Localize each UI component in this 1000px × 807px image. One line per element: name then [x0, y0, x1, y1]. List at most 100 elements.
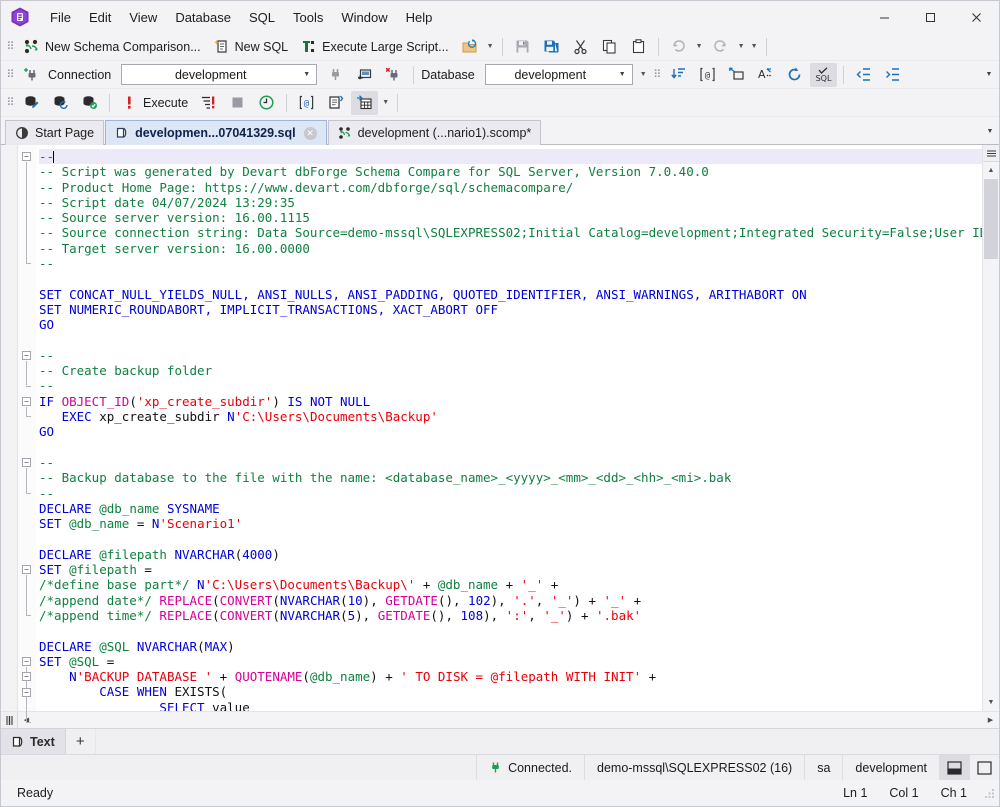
code-line[interactable]: N'BACKUP DATABASE ' + QUOTENAME(@db_name… [39, 669, 982, 684]
scroll-right-button[interactable]: ▶ [982, 712, 999, 729]
connection-toolbar-grip[interactable] [6, 65, 14, 85]
redo-button[interactable] [707, 35, 734, 59]
redo-dropdown[interactable]: ▼ [735, 35, 748, 59]
code-line[interactable]: -- Script date 04/07/2024 13:29:35 [39, 195, 982, 210]
code-line[interactable]: -- Script was generated by Devart dbForg… [39, 164, 982, 179]
copy-button[interactable] [596, 35, 623, 59]
fold-toggle-icon[interactable]: − [22, 350, 31, 360]
close-connection-button[interactable] [380, 63, 407, 87]
close-icon[interactable]: ✕ [303, 126, 317, 140]
code-line[interactable]: -- Source connection string: Data Source… [39, 225, 982, 240]
at-variables-button[interactable]: @ [694, 63, 721, 87]
code-line[interactable] [39, 440, 982, 455]
fold-toggle-icon[interactable]: − [22, 396, 31, 406]
code-line[interactable]: SELECT value [39, 700, 982, 711]
code-line[interactable]: -- [39, 455, 982, 470]
hscroll-track[interactable] [35, 712, 982, 729]
code-line[interactable]: CASE WHEN EXISTS( [39, 684, 982, 699]
stop-button[interactable] [224, 91, 251, 115]
undo-button[interactable] [665, 35, 692, 59]
code-area[interactable]: -- -- Script was generated by Devart dbFo… [36, 145, 982, 711]
indicator-margin[interactable] [1, 145, 18, 711]
code-line[interactable]: -- [39, 149, 982, 165]
outdent-button[interactable] [850, 63, 877, 87]
tab-list-dropdown[interactable]: ▼ [981, 119, 999, 144]
indent-button[interactable] [879, 63, 906, 87]
code-line[interactable]: -- [39, 486, 982, 501]
menu-edit[interactable]: Edit [80, 6, 120, 29]
database-combo[interactable]: development ▼ [484, 64, 633, 85]
fold-toggle-icon[interactable]: − [22, 152, 31, 161]
code-line[interactable] [39, 271, 982, 286]
execute-to-file-button[interactable] [195, 91, 222, 115]
code-line[interactable]: SET NUMERIC_ROUNDABORT, IMPLICIT_TRANSAC… [39, 302, 982, 317]
refresh-document-button[interactable] [47, 91, 74, 115]
scroll-down-button[interactable]: ▼ [983, 694, 999, 711]
paste-button[interactable] [625, 35, 652, 59]
fold-toggle-icon[interactable]: − [22, 458, 31, 467]
code-line[interactable]: /*append date*/ REPLACE(CONVERT(NVARCHAR… [39, 593, 982, 608]
edit-document-button[interactable] [18, 91, 45, 115]
code-line[interactable]: GO [39, 424, 982, 439]
execution-history-button[interactable] [253, 91, 280, 115]
menu-help[interactable]: Help [397, 6, 442, 29]
code-line[interactable]: IF OBJECT_ID('xp_create_subdir') IS NOT … [39, 394, 982, 409]
menu-view[interactable]: View [120, 6, 166, 29]
connection-combo[interactable]: development ▼ [121, 64, 318, 85]
split-view-button[interactable] [983, 145, 999, 162]
vertical-scrollbar[interactable]: ▲ ▼ [982, 145, 999, 711]
code-line[interactable] [39, 333, 982, 348]
tab-sql-document[interactable]: developmen...07041329.sql ✕ [105, 120, 327, 145]
cut-button[interactable] [567, 35, 594, 59]
execute-button[interactable]: Execute [116, 91, 193, 115]
sort-button[interactable] [665, 63, 692, 87]
code-line[interactable]: EXEC xp_create_subdir N'C:\Users\Documen… [39, 409, 982, 424]
code-line[interactable]: -- Product Home Page: https://www.devart… [39, 180, 982, 195]
toolbar-grip[interactable] [6, 37, 14, 57]
minimize-button[interactable] [861, 1, 907, 33]
fold-toggle-icon[interactable]: − [22, 687, 31, 697]
code-line[interactable]: DECLARE @filepath NVARCHAR(4000) [39, 547, 982, 562]
validate-sql-button[interactable]: SQL [809, 62, 837, 87]
sql-code[interactable]: -- -- Script was generated by Devart dbFo… [36, 145, 982, 711]
fold-margin[interactable]: − − − − − − − − [18, 145, 36, 724]
execute-large-script-button[interactable]: Execute Large Script... [295, 35, 453, 59]
code-line[interactable]: -- [39, 256, 982, 271]
resize-grip-icon[interactable] [982, 786, 996, 800]
fold-toggle-icon[interactable]: − [22, 656, 31, 666]
tab-schema-compare[interactable]: development (...nario1).scomp* [327, 120, 542, 145]
format-button[interactable]: A [752, 63, 779, 87]
save-all-button[interactable] [538, 35, 565, 59]
maximize-button[interactable] [907, 1, 953, 33]
refresh-button[interactable] [781, 63, 808, 87]
at-variables-button-2[interactable]: @ [293, 91, 320, 115]
open-file-dropdown[interactable]: ▼ [484, 35, 497, 59]
code-line[interactable]: GO [39, 317, 982, 332]
connection-manager-button[interactable] [351, 63, 378, 87]
main-toolbar-overflow[interactable]: ▼ [748, 35, 761, 59]
code-line[interactable]: -- [39, 378, 982, 393]
new-sql-button[interactable]: New SQL [208, 35, 294, 59]
validate-document-button[interactable] [76, 91, 103, 115]
menu-sql[interactable]: SQL [240, 6, 284, 29]
menu-database[interactable]: Database [166, 6, 240, 29]
code-line[interactable]: SET @filepath = [39, 562, 982, 577]
new-connection-button[interactable] [18, 63, 45, 87]
fold-toggle-icon[interactable]: − [22, 672, 31, 682]
tab-start-page[interactable]: Start Page [5, 120, 105, 145]
code-line[interactable]: -- Backup database to the file with the … [39, 470, 982, 485]
close-button[interactable] [953, 1, 999, 33]
sql-tools-grip[interactable] [653, 65, 661, 85]
code-line[interactable]: -- Target server version: 16.00.0000 [39, 241, 982, 256]
code-line[interactable] [39, 531, 982, 546]
code-line[interactable]: DECLARE @db_name SYSNAME [39, 501, 982, 516]
code-line[interactable] [39, 623, 982, 638]
fold-toggle-icon[interactable]: − [22, 565, 31, 575]
menu-file[interactable]: File [41, 6, 80, 29]
scroll-up-button[interactable]: ▲ [983, 162, 999, 179]
database-overflow[interactable]: ▼ [637, 63, 650, 87]
undo-dropdown[interactable]: ▼ [693, 35, 706, 59]
toggle-results-pane-button[interactable] [939, 754, 969, 781]
execute-toolbar-grip[interactable] [6, 93, 14, 113]
result-table-button[interactable] [351, 90, 379, 115]
